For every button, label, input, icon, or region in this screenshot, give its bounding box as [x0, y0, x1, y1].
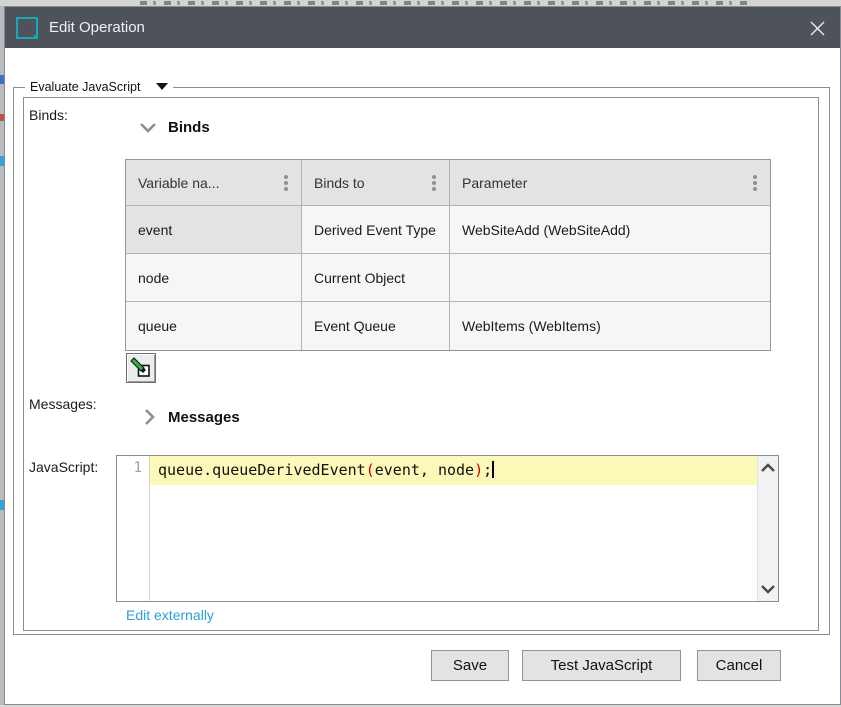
dialog-title: Edit Operation [49, 19, 145, 36]
editor-line-number-gutter: 1 [117, 456, 150, 601]
code-text: ; [483, 461, 492, 479]
window-icon [16, 17, 38, 39]
chevron-right-icon [144, 408, 155, 426]
cell-text: WebSiteAdd (WebSiteAdd) [462, 222, 630, 238]
edit-binds-button[interactable] [126, 353, 156, 383]
binds-table: Variable na... Binds to Parameter event … [125, 159, 771, 351]
table-cell-binds-to[interactable]: Derived Event Type [302, 206, 450, 254]
edit-pencil-icon [130, 357, 152, 379]
editor-scrollbar[interactable] [757, 456, 778, 601]
text-cursor [492, 461, 494, 478]
operation-type-dropdown[interactable]: Evaluate JavaScript [25, 79, 173, 94]
column-header-binds-to[interactable]: Binds to [302, 160, 450, 206]
column-header-label: Variable na... [138, 175, 219, 191]
binds-field-label: Binds: [29, 107, 68, 123]
edit-operation-dialog: Edit Operation Evaluate JavaScript Binds… [4, 6, 841, 705]
cell-text: WebItems (WebItems) [462, 318, 601, 334]
cell-text: Event Queue [314, 318, 396, 334]
messages-section-header[interactable]: Messages [144, 408, 240, 426]
chevron-down-icon [139, 122, 157, 133]
background-text-fragments [140, 1, 750, 5]
cell-text: Derived Event Type [314, 222, 436, 238]
save-button-label: Save [453, 657, 487, 674]
messages-field-label: Messages: [29, 396, 97, 412]
code-line-current[interactable]: queue.queueDerivedEvent(event, node); [150, 456, 757, 485]
column-header-parameter[interactable]: Parameter [450, 160, 770, 206]
dropdown-triangle-icon [156, 83, 168, 90]
code-paren: ( [366, 461, 375, 479]
code-paren: ) [474, 461, 483, 479]
cell-text: node [138, 270, 169, 286]
test-javascript-button[interactable]: Test JavaScript [522, 650, 681, 681]
screen: Edit Operation Evaluate JavaScript Binds… [0, 0, 841, 707]
edit-externally-link[interactable]: Edit externally [126, 607, 214, 623]
table-cell-variable[interactable]: node [126, 254, 302, 302]
binds-section-title: Binds [168, 119, 210, 136]
code-text: queue.queueDerivedEvent [158, 461, 366, 479]
column-header-label: Parameter [462, 175, 527, 191]
scroll-up-button[interactable] [758, 463, 778, 473]
javascript-editor: 1 queue.queueDerivedEvent(event, node); [116, 455, 779, 602]
dialog-titlebar[interactable]: Edit Operation [5, 7, 840, 48]
table-cell-variable[interactable]: event [126, 206, 302, 254]
column-menu-icon[interactable] [284, 181, 288, 185]
test-javascript-button-label: Test JavaScript [551, 657, 653, 674]
table-cell-parameter[interactable]: WebSiteAdd (WebSiteAdd) [450, 206, 770, 254]
table-cell-variable[interactable]: queue [126, 302, 302, 350]
table-cell-binds-to[interactable]: Event Queue [302, 302, 450, 350]
close-button[interactable] [804, 15, 830, 41]
cell-text: Current Object [314, 270, 405, 286]
cancel-button[interactable]: Cancel [697, 650, 781, 681]
code-text: event, node [375, 461, 474, 479]
cancel-button-label: Cancel [716, 657, 763, 674]
save-button[interactable]: Save [431, 650, 509, 681]
column-header-label: Binds to [314, 175, 365, 191]
chevron-up-icon [760, 463, 776, 473]
editor-code-area[interactable]: queue.queueDerivedEvent(event, node); [150, 456, 757, 601]
cell-text: queue [138, 318, 177, 334]
scroll-down-button[interactable] [758, 584, 778, 594]
table-cell-parameter[interactable] [450, 254, 770, 302]
messages-section-title: Messages [168, 409, 240, 426]
operation-type-label: Evaluate JavaScript [30, 80, 140, 94]
cell-text: event [138, 222, 172, 238]
binds-section-header[interactable]: Binds [139, 119, 210, 136]
column-header-variable-name[interactable]: Variable na... [126, 160, 302, 206]
close-icon [809, 20, 826, 37]
chevron-down-icon [760, 584, 776, 594]
column-menu-icon[interactable] [432, 181, 436, 185]
table-cell-parameter[interactable]: WebItems (WebItems) [450, 302, 770, 350]
table-cell-binds-to[interactable]: Current Object [302, 254, 450, 302]
column-menu-icon[interactable] [753, 181, 757, 185]
line-number: 1 [134, 460, 142, 476]
javascript-field-label: JavaScript: [29, 459, 98, 475]
